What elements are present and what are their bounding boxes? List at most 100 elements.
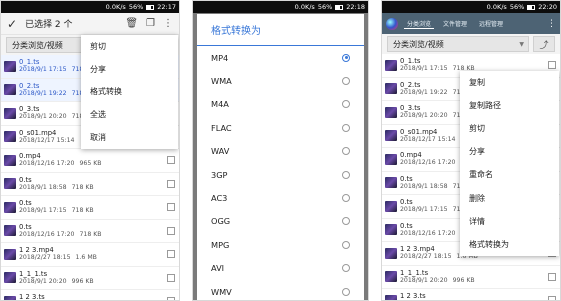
video-thumbnail [385,200,397,212]
menu-item[interactable]: 全选 [81,103,178,126]
file-checkbox[interactable] [167,156,175,165]
format-option[interactable]: M4A [197,93,364,116]
radio-button[interactable] [342,240,350,249]
menu-item[interactable]: 详情 [460,210,559,233]
video-thumbnail [4,225,16,237]
file-name: 1 2 3.mp4 [19,246,54,255]
format-label: MPG [211,239,230,250]
app-logo-icon [386,17,398,30]
video-thumbnail [4,201,16,213]
format-label: AC3 [211,193,228,204]
network-speed: 0.0K/s [486,3,507,11]
file-info: 0.ts2018/9/1 17:15 718 KB [19,199,164,215]
more-options-icon[interactable]: ⋮ [547,19,556,29]
category-dropdown[interactable]: 分类浏览/视频 ▼ [387,36,529,52]
selection-count-title: 已选择 2 个 [25,20,73,30]
chevron-down-icon: ▼ [519,40,524,48]
radio-button[interactable] [342,264,350,273]
menu-item[interactable]: 格式转换为 [460,233,559,256]
format-label: WAV [211,146,230,157]
format-option[interactable]: WAV [197,140,364,163]
file-size: 996 KB [71,277,94,285]
radio-button[interactable] [342,53,350,62]
battery-icon [527,4,536,10]
format-option[interactable]: AVI [197,257,364,280]
radio-button[interactable] [342,123,350,132]
file-checkbox[interactable] [167,226,175,235]
menu-item[interactable]: 格式转换 [81,81,178,104]
menu-item[interactable]: 取消 [81,126,178,149]
menu-item[interactable]: 删除 [460,186,559,209]
format-option[interactable]: MPG [197,233,364,256]
radio-button[interactable] [342,147,350,156]
file-date: 2018/9/1 20:20 [400,276,448,284]
file-row[interactable]: 1 2 3.mp4 2018/2/27 18:15 1.6 MB [1,243,179,267]
video-thumbnail [385,177,397,189]
signal-strength: 56% [128,3,144,11]
format-option[interactable]: WMA [197,69,364,92]
file-date: 2018/9/1 18:58 [19,183,67,191]
file-row[interactable]: 0.ts2018/12/16 17:20 718 KB [1,220,179,243]
file-checkbox[interactable] [548,272,556,281]
file-name: 0.ts [19,175,32,184]
delete-icon[interactable]: 🗑 [125,18,138,29]
file-info: 0.mp42018/12/16 17:20 965 KB [19,152,164,168]
more-options-icon[interactable]: ⋮ [163,18,173,29]
file-row[interactable]: 0.ts2018/9/1 18:58 718 KB [1,173,179,196]
file-name: 0_1.ts [400,57,421,66]
radio-button[interactable] [342,194,350,203]
file-row[interactable]: 1 2 3.ts [1,290,179,300]
copy-icon[interactable]: ❐ [146,18,155,29]
format-conversion-dialog: 格式转换为 MP4 WMA M4A FLAC WAV 3GP AC3 OGG MPG AVI WMV [197,14,364,300]
file-checkbox[interactable] [167,250,175,259]
menu-item[interactable]: 重命名 [460,163,559,186]
radio-button[interactable] [342,77,350,86]
menu-item[interactable]: 分享 [460,140,559,163]
video-thumbnail [4,178,16,190]
tab-remote-manager[interactable]: 远程管理 [476,19,506,28]
file-row[interactable]: 1 2 3.ts [382,289,560,300]
format-option[interactable]: AC3 [197,186,364,209]
file-date: 2018/9/1 17:15 [400,65,448,73]
radio-button[interactable] [342,217,350,226]
format-option[interactable]: OGG [197,210,364,233]
video-thumbnail [385,130,397,142]
file-row[interactable]: 0.mp42018/12/16 17:20 965 KB [1,149,179,173]
parent-folder-button[interactable]: ⤴ [533,36,555,52]
menu-item[interactable]: 复制路径 [460,94,559,117]
file-name: 0.ts [19,222,32,231]
phone-screen-file-context-menu: 0.0K/s 56% 22:20 分类浏览 文件管理 远程管理 ⋮ 分类浏览/视… [381,0,561,301]
tab-file-manager[interactable]: 文件管理 [440,19,470,28]
file-size: 718 KB [71,183,94,191]
radio-button[interactable] [342,287,350,296]
file-row[interactable]: 0.ts2018/9/1 17:15 718 KB [1,196,179,220]
file-checkbox[interactable] [548,61,556,70]
radio-button[interactable] [342,100,350,109]
check-icon[interactable]: ✓ [7,17,17,31]
file-meta: 2018/9/1 20:20 996 KB [19,278,164,286]
file-checkbox[interactable] [548,296,556,300]
file-size: 718 KB [71,207,94,215]
format-option[interactable]: MP4 [197,46,364,69]
format-label: FLAC [211,122,232,133]
menu-item[interactable]: 剪切 [81,35,178,58]
file-row[interactable]: 1_1_1.ts 2018/9/1 20:20 996 KB [382,266,560,289]
clock: 22:17 [157,3,176,11]
file-checkbox[interactable] [167,297,175,300]
format-option[interactable]: FLAC [197,116,364,139]
status-bar: 0.0K/s 56% 22:17 [1,1,179,13]
network-speed: 0.0K/s [105,3,126,11]
file-date: 2018/9/1 17:15 [400,206,448,214]
file-row[interactable]: 1_1_1.ts 2018/9/1 20:20 996 KB [1,267,179,290]
menu-item[interactable]: 分享 [81,58,178,81]
menu-item[interactable]: 复制 [460,71,559,94]
radio-button[interactable] [342,170,350,179]
file-size: 965 KB [79,160,102,168]
tab-category-browse[interactable]: 分类浏览 [404,19,435,29]
file-checkbox[interactable] [167,179,175,188]
file-checkbox[interactable] [167,273,175,282]
file-checkbox[interactable] [167,203,175,212]
menu-item[interactable]: 剪切 [460,117,559,140]
format-option[interactable]: 3GP [197,163,364,186]
format-option[interactable]: WMV [197,280,364,300]
